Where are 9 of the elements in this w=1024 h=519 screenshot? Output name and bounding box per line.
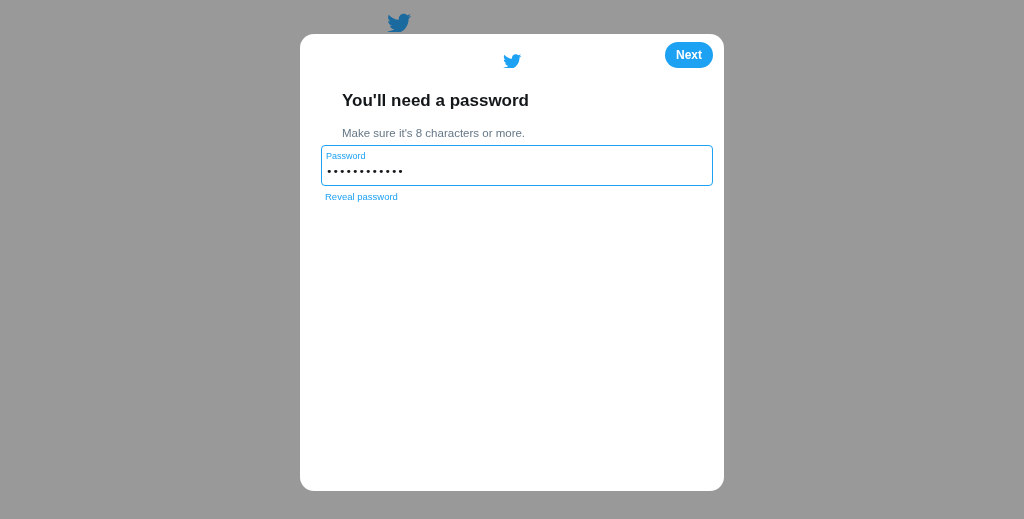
dialog-subtitle: Make sure it's 8 characters or more. (342, 127, 527, 139)
bird-icon (387, 11, 412, 32)
field-label: Password (326, 151, 366, 161)
reveal-password-link[interactable]: Reveal password (325, 191, 398, 202)
password-field[interactable]: Password •••••••••••• (321, 145, 713, 186)
password-value: •••••••••••• (326, 165, 404, 178)
bird-icon (502, 52, 522, 68)
dialog-title: You'll need a password (342, 91, 530, 111)
next-button[interactable]: Next (665, 42, 713, 68)
